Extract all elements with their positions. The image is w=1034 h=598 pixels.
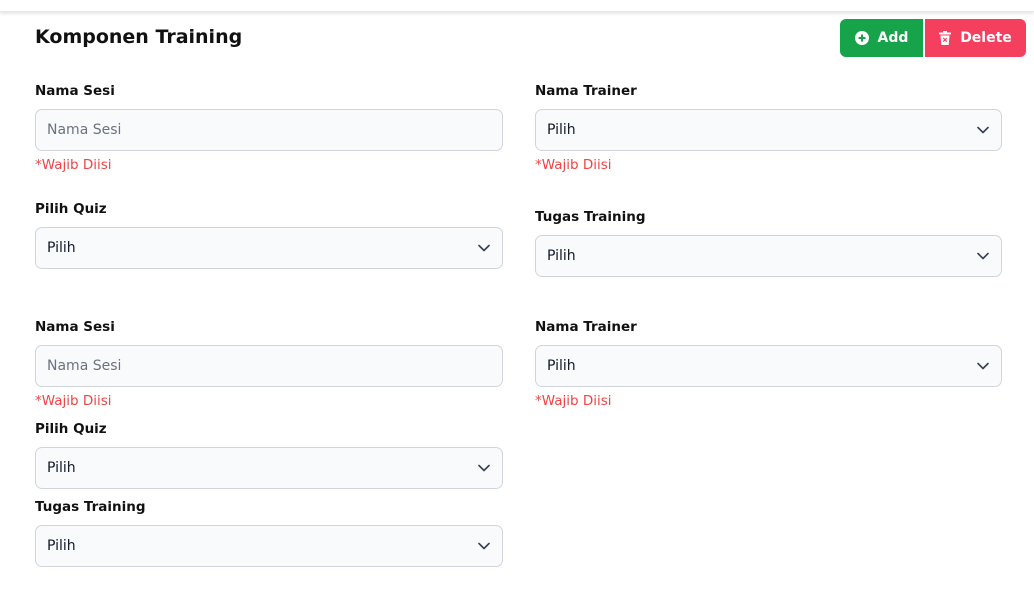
chevron-down-icon	[478, 542, 490, 550]
pilih-quiz-label: Pilih Quiz	[35, 201, 107, 217]
nama-sesi-label: Nama Sesi	[35, 83, 115, 99]
add-button-label: Add	[877, 30, 909, 46]
delete-button-label: Delete	[960, 30, 1012, 46]
nama-trainer-label: Nama Trainer	[535, 83, 637, 99]
action-button-group: Add Delete	[840, 19, 1026, 57]
training-component-page: Komponen Training Add Delete Nama Sesi *…	[0, 0, 1034, 598]
pilih-quiz-select[interactable]: Pilih	[35, 227, 503, 269]
chevron-down-icon	[977, 252, 989, 260]
tugas-training-selected-value: Pilih	[47, 538, 76, 554]
tugas-training-select[interactable]: Pilih	[35, 525, 503, 567]
nama-trainer-required-text: *Wajib Diisi	[535, 157, 612, 173]
nama-trainer-selected-value: Pilih	[547, 122, 576, 138]
chevron-down-icon	[478, 464, 490, 472]
tugas-training-select[interactable]: Pilih	[535, 235, 1002, 277]
pilih-quiz-selected-value: Pilih	[47, 460, 76, 476]
top-bar-divider	[0, 0, 1034, 12]
nama-sesi-required-text: *Wajib Diisi	[35, 393, 112, 409]
nama-trainer-select[interactable]: Pilih	[535, 345, 1002, 387]
pilih-quiz-label: Pilih Quiz	[35, 421, 107, 437]
tugas-training-label: Tugas Training	[535, 209, 646, 225]
nama-sesi-label: Nama Sesi	[35, 319, 115, 335]
nama-trainer-select[interactable]: Pilih	[535, 109, 1002, 151]
add-button[interactable]: Add	[840, 19, 923, 57]
nama-sesi-required-text: *Wajib Diisi	[35, 157, 112, 173]
chevron-down-icon	[977, 362, 989, 370]
pilih-quiz-select[interactable]: Pilih	[35, 447, 503, 489]
nama-sesi-input[interactable]	[35, 109, 503, 151]
page-title: Komponen Training	[35, 26, 243, 48]
chevron-down-icon	[977, 126, 989, 134]
delete-button[interactable]: Delete	[925, 19, 1026, 57]
nama-trainer-label: Nama Trainer	[535, 319, 637, 335]
nama-sesi-input[interactable]	[35, 345, 503, 387]
pilih-quiz-selected-value: Pilih	[47, 240, 76, 256]
tugas-training-label: Tugas Training	[35, 499, 146, 515]
trash-icon	[939, 31, 952, 45]
nama-trainer-selected-value: Pilih	[547, 358, 576, 374]
tugas-training-selected-value: Pilih	[547, 248, 576, 264]
plus-circle-icon	[854, 31, 869, 45]
nama-trainer-required-text: *Wajib Diisi	[535, 393, 612, 409]
chevron-down-icon	[478, 244, 490, 252]
